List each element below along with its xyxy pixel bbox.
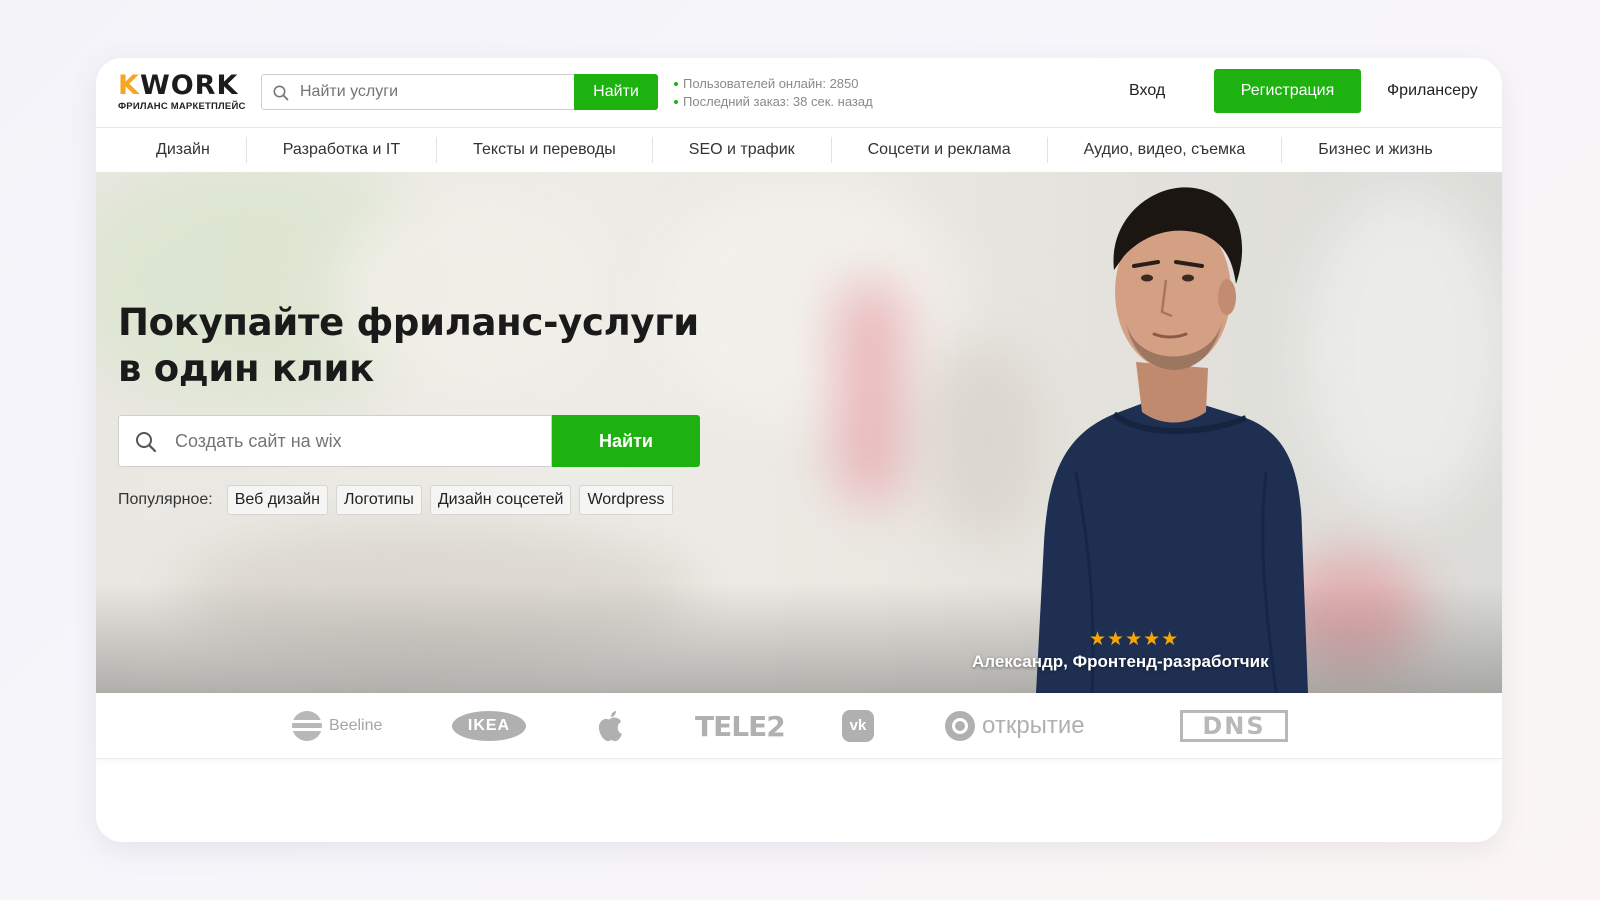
rating-stars: ★★★★★ [1089,629,1180,650]
freelancer-link[interactable]: Фрилансеру [1387,82,1478,100]
beeline-icon [292,711,322,741]
header-search-button[interactable]: Найти [574,74,658,110]
dns-text: DNS [1180,710,1288,742]
vk-icon: vk [842,710,874,742]
site-stats: Пользователей онлайн: 2850 Последний зак… [674,75,873,111]
popular-tags: Популярное: Веб дизайн Логотипы Дизайн с… [118,485,681,515]
ikea-logo: IKEA [452,693,526,759]
users-online: Пользователей онлайн: 2850 [683,76,859,91]
header: KWORK ФРИЛАНС МАРКЕТПЛЕЙС Найти Пользова… [96,58,1502,128]
popular-label: Популярное: [118,491,213,508]
popular-tag-web-design[interactable]: Веб дизайн [226,485,328,515]
bg-blur [836,282,906,502]
hero-title-line: Покупайте фриланс-услуги [118,301,699,344]
beeline-logo: Beeline [291,693,382,759]
otkritie-logo: открытие [944,693,1085,759]
category-texts[interactable]: Тексты и переводы [437,128,652,172]
hero-title: Покупайте фриланс-услуги в один клик [118,300,699,392]
tele2-text: TELE2 [695,709,786,743]
tele2-logo: TELE2 [695,693,786,759]
hero-banner: Покупайте фриланс-услуги в один клик Най… [96,172,1502,693]
vk-logo: vk [842,693,874,759]
ikea-text: IKEA [452,711,526,741]
hero-search-field [118,415,552,467]
client-logos: Beeline IKEA TELE2 vk открытие DNS [96,693,1502,759]
header-search: Найти [261,74,658,110]
category-seo[interactable]: SEO и трафик [653,128,831,172]
category-nav: Дизайн Разработка и IT Тексты и переводы… [96,128,1502,172]
otkritie-icon [945,711,975,741]
logo-tagline: ФРИЛАНС МАРКЕТПЛЕЙС [118,101,246,112]
search-icon [136,432,157,453]
bg-blur [656,182,956,422]
apple-logo [596,693,624,759]
kwork-logo[interactable]: KWORK ФРИЛАНС МАРКЕТПЛЕЙС [118,70,246,113]
popular-tag-wordpress[interactable]: Wordpress [579,485,673,515]
category-business[interactable]: Бизнес и жизнь [1282,128,1468,172]
header-search-input[interactable] [300,75,560,109]
freelancer-caption: Александр, Фронтенд-разработчик [972,652,1269,671]
order-dot-icon [674,100,678,104]
last-order: Последний заказ: 38 сек. назад [683,94,873,109]
hero-search-button[interactable]: Найти [552,415,700,467]
register-button[interactable]: Регистрация [1214,69,1361,113]
category-development[interactable]: Разработка и IT [247,128,436,172]
online-dot-icon [674,82,678,86]
otkritie-text: открытие [982,712,1085,739]
hero-search-input[interactable] [175,416,535,466]
dns-logo: DNS [1180,693,1288,759]
category-social[interactable]: Соцсети и реклама [832,128,1047,172]
beeline-text: Beeline [329,717,383,734]
logo-wordmark: KWORK [118,70,239,101]
page-card: KWORK ФРИЛАНС МАРКЕТПЛЕЙС Найти Пользова… [96,58,1502,842]
popular-tag-social-design[interactable]: Дизайн соцсетей [429,485,572,515]
search-icon [273,85,289,101]
freelancer-photo [1036,187,1308,693]
apple-icon [598,711,622,742]
hero-search: Найти [118,415,700,467]
login-link[interactable]: Вход [1129,82,1165,100]
hero-title-line: в один клик [118,347,374,390]
category-design[interactable]: Дизайн [96,128,246,172]
popular-tag-logos[interactable]: Логотипы [335,485,422,515]
category-audio-video[interactable]: Аудио, видео, съемка [1048,128,1282,172]
